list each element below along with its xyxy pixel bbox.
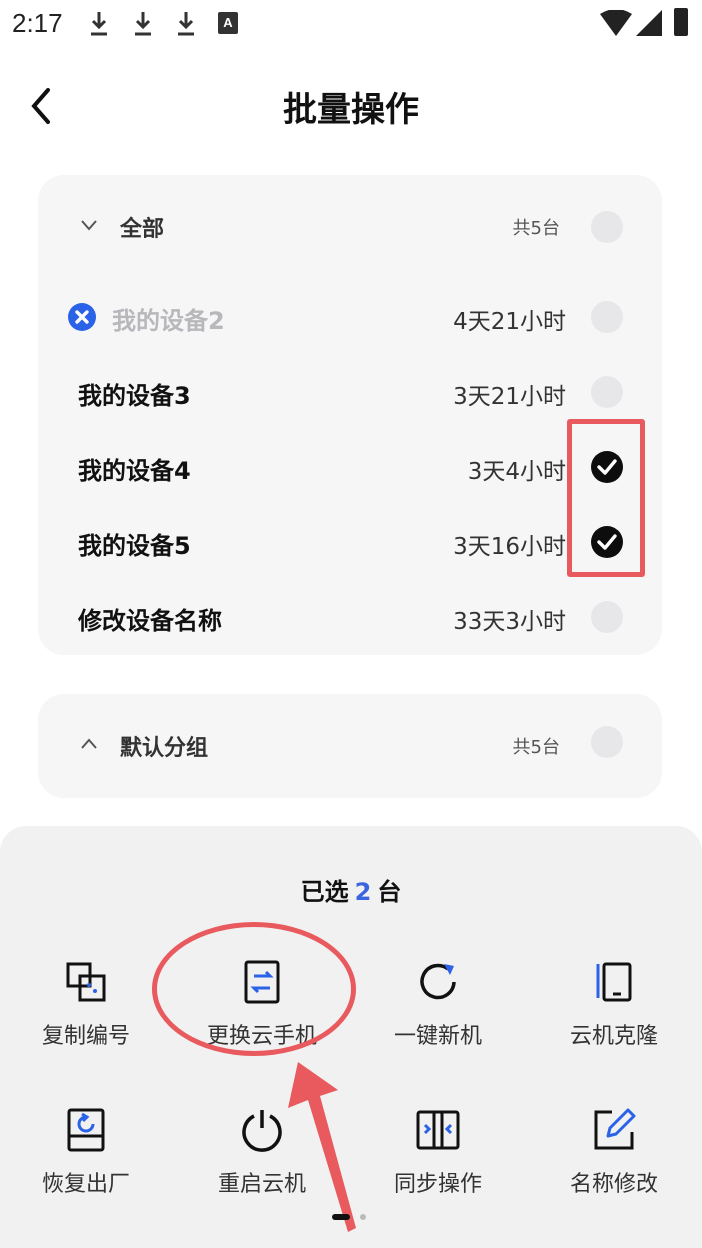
action-label: 同步操作 [393, 1172, 482, 1197]
factory-reset-button[interactable]: 恢复出厂 [16, 1106, 156, 1216]
group-header-default[interactable]: 默认分组 共5台 [38, 716, 662, 776]
factory-reset-icon [67, 1108, 105, 1152]
group-header-all[interactable]: 全部 共5台 [38, 197, 662, 257]
remove-icon[interactable] [68, 303, 96, 331]
group-label: 默认分组 [120, 736, 209, 761]
accessibility-icon: A [218, 12, 238, 34]
copy-id-icon [66, 962, 106, 1002]
action-label: 云机克隆 [569, 1024, 658, 1049]
group-label: 全部 [120, 217, 165, 242]
edit-icon [594, 1108, 636, 1150]
copy-id-button[interactable]: 复制编号 [16, 958, 156, 1068]
selected-count: 2 [354, 878, 372, 906]
top-bar: 批量操作 [0, 70, 702, 146]
device-time: 33天3小时 [453, 609, 566, 635]
group-card-all: 全部 共5台 我的设备2 4天21小时 我的设备3 3天21小时 我的设备4 3… [38, 175, 662, 655]
device-time: 3天4小时 [467, 459, 566, 485]
device-name: 我的设备3 [78, 382, 191, 410]
device-name: 修改设备名称 [78, 607, 222, 635]
clone-icon [596, 962, 632, 1002]
annotation-arrow [288, 1062, 356, 1232]
status-bar: 2:17 A [0, 0, 702, 48]
wifi-icon [600, 10, 632, 36]
rename-button[interactable]: 名称修改 [544, 1106, 684, 1216]
device-radio[interactable] [591, 601, 623, 633]
select-all-radio[interactable] [591, 211, 623, 243]
chevron-up-icon[interactable] [80, 738, 98, 750]
sync-button[interactable]: 同步操作 [368, 1106, 508, 1216]
group-count: 共5台 [512, 218, 560, 239]
device-time: 4天21小时 [453, 309, 566, 335]
one-click-new-button[interactable]: 一键新机 [368, 958, 508, 1068]
device-row[interactable]: 我的设备2 4天21小时 [38, 285, 662, 349]
page-indicator [360, 1214, 366, 1220]
annotation-ellipse [152, 922, 356, 1056]
page-title: 批量操作 [283, 90, 419, 130]
action-label: 名称修改 [569, 1172, 658, 1197]
download-icon [178, 12, 194, 36]
page-indicator-active [332, 1214, 350, 1220]
sync-icon [416, 1110, 460, 1150]
signal-icon [636, 10, 662, 36]
chevron-down-icon[interactable] [80, 219, 98, 231]
device-radio[interactable] [591, 301, 623, 333]
device-time: 3天21小时 [453, 384, 566, 410]
selected-suffix: 台 [377, 878, 402, 906]
device-name: 我的设备2 [112, 307, 225, 335]
selected-prefix: 已选 [300, 878, 349, 906]
select-group-radio[interactable] [591, 726, 623, 758]
device-row[interactable]: 修改设备名称 33天3小时 [38, 585, 662, 649]
clone-button[interactable]: 云机克隆 [544, 958, 684, 1068]
status-time: 2:17 [12, 8, 63, 38]
annotation-highlight-box [567, 419, 645, 577]
selected-summary: 已选 2 台 [0, 872, 702, 907]
device-name: 我的设备5 [78, 532, 191, 560]
action-label: 一键新机 [393, 1024, 482, 1049]
action-label: 恢复出厂 [41, 1172, 130, 1197]
group-card-default: 默认分组 共5台 [38, 694, 662, 798]
download-icon [135, 12, 151, 36]
device-radio[interactable] [591, 376, 623, 408]
device-name: 我的设备4 [78, 457, 191, 485]
device-time: 3天16小时 [453, 534, 566, 560]
device-row[interactable]: 我的设备3 3天21小时 [38, 360, 662, 424]
group-count: 共5台 [512, 737, 560, 758]
refresh-icon [420, 963, 456, 1000]
download-icon [91, 12, 107, 36]
power-icon [242, 1110, 282, 1152]
battery-icon [674, 8, 688, 36]
action-label: 复制编号 [41, 1024, 130, 1049]
